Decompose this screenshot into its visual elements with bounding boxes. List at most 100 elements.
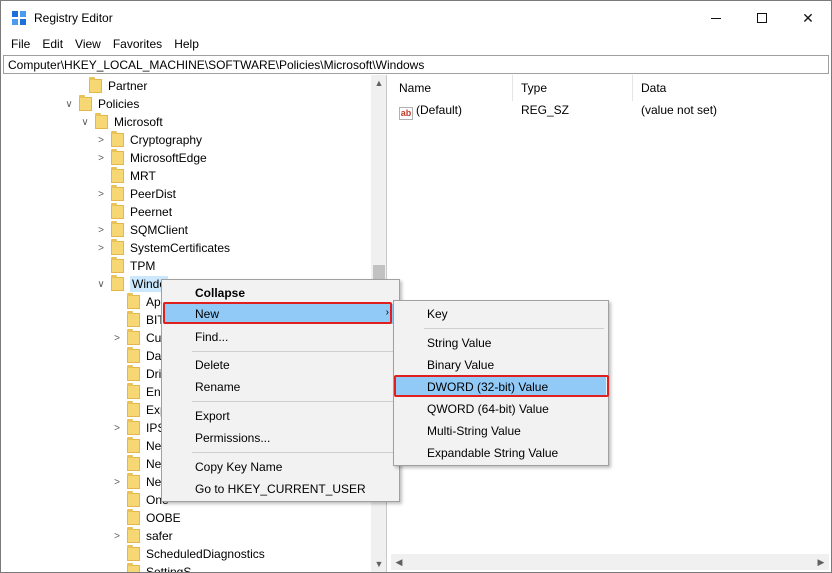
- tree-item[interactable]: SettingS: [111, 563, 191, 572]
- value-name: (Default): [416, 103, 463, 117]
- chevron-right-icon[interactable]: >: [95, 224, 107, 236]
- menu-item-rename[interactable]: Rename: [164, 377, 397, 397]
- maximize-button[interactable]: [739, 1, 785, 35]
- chevron-right-icon[interactable]: >: [111, 530, 123, 542]
- menu-item-delete[interactable]: Delete: [164, 355, 397, 375]
- chevron-right-icon[interactable]: >: [111, 332, 123, 344]
- column-header-name[interactable]: Name: [391, 75, 513, 101]
- folder-icon: [127, 311, 140, 327]
- tree-item[interactable]: > MicrosoftEdge: [95, 149, 207, 167]
- menu-item-permissions[interactable]: Permissions...: [164, 428, 397, 448]
- values-horizontal-scrollbar[interactable]: ◀ ▶: [391, 554, 829, 570]
- menu-separator: [192, 452, 395, 453]
- scroll-up-icon[interactable]: ▲: [371, 75, 386, 91]
- menu-item-binary-value[interactable]: Binary Value: [396, 355, 606, 375]
- menu-item-copy-key-name[interactable]: Copy Key Name: [164, 457, 397, 477]
- tree-item-label: MicrosoftEdge: [130, 151, 207, 165]
- tree-item[interactable]: ∨ Windo: [95, 275, 169, 293]
- folder-icon: [127, 437, 140, 453]
- folder-icon: [95, 113, 108, 129]
- tree-item-label: ScheduledDiagnostics: [146, 547, 265, 561]
- menu-item-export[interactable]: Export: [164, 406, 397, 426]
- tree-item[interactable]: OOBE: [111, 509, 181, 527]
- tree-item[interactable]: > Net: [111, 473, 165, 491]
- registry-editor-icon: [12, 11, 26, 25]
- maximize-icon: [757, 13, 767, 23]
- folder-icon: [79, 95, 92, 111]
- chevron-right-icon[interactable]: >: [111, 422, 123, 434]
- menu-favorites[interactable]: Favorites: [107, 35, 168, 55]
- tree-item[interactable]: > IPS: [111, 419, 165, 437]
- menu-item-find[interactable]: Find...: [164, 327, 397, 347]
- tree-item-label: OOBE: [146, 511, 181, 525]
- scroll-right-icon[interactable]: ▶: [813, 554, 829, 570]
- tree-item[interactable]: Net: [111, 437, 165, 455]
- tree-item[interactable]: ∨ Microsoft: [79, 113, 163, 131]
- chevron-placeholder: [95, 170, 107, 182]
- scroll-down-icon[interactable]: ▼: [371, 556, 386, 572]
- column-header-data[interactable]: Data: [633, 75, 829, 101]
- menu-help[interactable]: Help: [168, 35, 205, 55]
- chevron-right-icon[interactable]: >: [95, 242, 107, 254]
- tree-item[interactable]: Driv: [111, 365, 167, 383]
- menu-separator: [424, 328, 604, 329]
- tree-item-label: Peernet: [130, 205, 173, 219]
- tree-item[interactable]: Peernet: [95, 203, 172, 221]
- tree-item-label: safer: [146, 529, 173, 543]
- value-type: REG_SZ: [521, 103, 570, 117]
- chevron-down-icon[interactable]: ∨: [95, 278, 107, 290]
- chevron-placeholder: [111, 512, 123, 524]
- tree-item[interactable]: Net: [111, 455, 165, 473]
- menu-item-collapse[interactable]: Collapse: [164, 283, 397, 303]
- menu-item-key[interactable]: Key: [396, 304, 606, 324]
- column-header-type[interactable]: Type: [513, 75, 633, 101]
- chevron-right-icon[interactable]: >: [95, 152, 107, 164]
- folder-icon: [127, 365, 140, 381]
- tree-item[interactable]: App: [111, 293, 167, 311]
- value-row[interactable]: ab (Default) REG_SZ (value not set): [391, 101, 829, 121]
- menu-item-goto-hkcu[interactable]: Go to HKEY_CURRENT_USER: [164, 479, 397, 499]
- tree-item[interactable]: ScheduledDiagnostics: [111, 545, 265, 563]
- tree-item-label: PeerDist: [130, 187, 177, 201]
- tree-item[interactable]: Dat: [111, 347, 165, 365]
- menu-edit[interactable]: Edit: [36, 35, 69, 55]
- tree-item[interactable]: > Cur: [111, 329, 165, 347]
- menu-file[interactable]: File: [5, 35, 36, 55]
- chevron-placeholder: [111, 458, 123, 470]
- chevron-placeholder: [111, 548, 123, 560]
- tree-item[interactable]: > SystemCertificates: [95, 239, 230, 257]
- tree-item[interactable]: BIT: [111, 311, 165, 329]
- tree-item[interactable]: > PeerDist: [95, 185, 176, 203]
- tree-item[interactable]: > Cryptography: [95, 131, 202, 149]
- folder-icon: [111, 203, 124, 219]
- tree-item[interactable]: Exp: [111, 401, 167, 419]
- tree-item-label: MRT: [130, 169, 156, 183]
- tree-item[interactable]: > SQMClient: [95, 221, 188, 239]
- menu-item-qword-value[interactable]: QWORD (64-bit) Value: [396, 399, 606, 419]
- tree-item[interactable]: TPM: [95, 257, 155, 275]
- minimize-button[interactable]: [693, 1, 739, 35]
- close-button[interactable]: ✕: [785, 1, 831, 35]
- chevron-down-icon[interactable]: ∨: [63, 98, 75, 110]
- tree-item[interactable]: Enh: [111, 383, 167, 401]
- chevron-right-icon[interactable]: >: [95, 134, 107, 146]
- menu-item-string-value[interactable]: String Value: [396, 333, 606, 353]
- chevron-placeholder: [111, 386, 123, 398]
- tree-item[interactable]: MRT: [95, 167, 156, 185]
- menu-item-multi-string-value[interactable]: Multi-String Value: [396, 421, 606, 441]
- chevron-right-icon[interactable]: >: [95, 188, 107, 200]
- folder-icon: [111, 221, 124, 237]
- tree-item[interactable]: ∨ Policies: [63, 95, 139, 113]
- chevron-right-icon[interactable]: >: [111, 476, 123, 488]
- scroll-left-icon[interactable]: ◀: [391, 554, 407, 570]
- tree-item[interactable]: Partner: [73, 77, 147, 95]
- tree-item-label: SystemCertificates: [130, 241, 231, 255]
- menu-view[interactable]: View: [69, 35, 107, 55]
- chevron-down-icon[interactable]: ∨: [79, 116, 91, 128]
- address-bar[interactable]: Computer\HKEY_LOCAL_MACHINE\SOFTWARE\Pol…: [3, 55, 829, 74]
- menu-item-expandable-string-value[interactable]: Expandable String Value: [396, 443, 606, 463]
- menu-separator: [192, 401, 395, 402]
- folder-icon: [127, 419, 140, 435]
- tree-item[interactable]: > safer: [111, 527, 173, 545]
- chevron-placeholder: [111, 494, 123, 506]
